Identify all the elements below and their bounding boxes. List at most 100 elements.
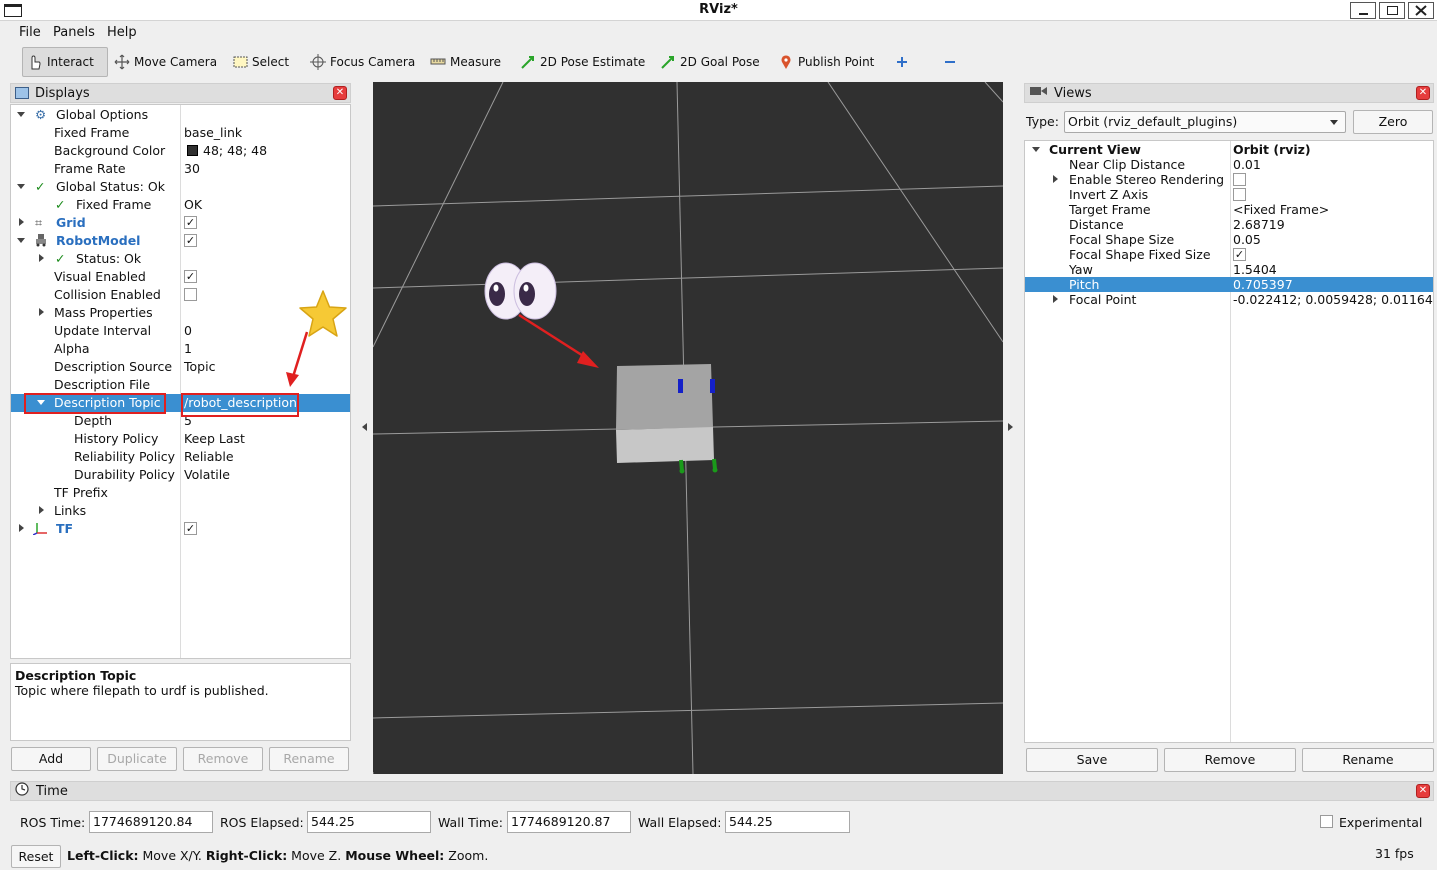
view-type-value: Orbit (rviz_default_plugins)	[1068, 114, 1238, 129]
goal-pose-tool[interactable]: 2D Goal Pose	[656, 47, 764, 77]
left-splitter-handle[interactable]	[362, 423, 367, 431]
tf-checkbox[interactable]: ✓	[184, 522, 197, 535]
menu-panels[interactable]: Panels	[53, 25, 95, 40]
views-row-pitch[interactable]: Pitch 0.705397	[1025, 277, 1433, 292]
tree-row-global-status[interactable]: ✓ Global Status: Ok	[11, 178, 350, 196]
views-row-distance[interactable]: Distance 2.68719	[1025, 217, 1433, 232]
close-displays-icon[interactable]: ✕	[333, 86, 347, 100]
views-row-invert-z[interactable]: Invert Z Axis	[1025, 187, 1433, 202]
pitch-value[interactable]: 0.705397	[1233, 277, 1293, 292]
views-row-current-view[interactable]: Current View Orbit (rviz)	[1025, 142, 1433, 158]
history-policy-value[interactable]: Keep Last	[184, 431, 245, 446]
distance-value[interactable]: 2.68719	[1233, 217, 1285, 232]
focus-camera-tool[interactable]: Focus Camera	[306, 47, 419, 77]
tree-row-history-policy[interactable]: History Policy Keep Last	[11, 430, 350, 448]
background-color-value[interactable]: 48; 48; 48	[203, 143, 267, 158]
menu-help[interactable]: Help	[107, 25, 137, 40]
menu-file[interactable]: File	[19, 25, 41, 40]
target-frame-value[interactable]: <Fixed Frame>	[1233, 202, 1329, 217]
focal-shape-fixed-checkbox[interactable]: ✓	[1233, 248, 1246, 261]
views-tree: Current View Orbit (rviz) Near Clip Dist…	[1024, 140, 1434, 743]
robot-icon	[34, 233, 50, 250]
tree-row-global-options[interactable]: ⚙ Global Options	[11, 106, 350, 124]
maximize-button[interactable]	[1379, 2, 1405, 19]
tree-row-fixed-frame-status[interactable]: ✓ Fixed Frame OK	[11, 196, 350, 214]
invert-z-checkbox[interactable]	[1233, 188, 1246, 201]
zero-button[interactable]: Zero	[1353, 110, 1433, 134]
close-time-icon[interactable]: ✕	[1416, 784, 1430, 798]
interact-label: Interact	[47, 55, 94, 69]
tree-row-status-ok[interactable]: ✓ Status: Ok	[11, 250, 350, 268]
save-view-button[interactable]: Save	[1026, 748, 1158, 772]
collision-enabled-checkbox[interactable]	[184, 288, 197, 301]
views-row-focal-shape-size[interactable]: Focal Shape Size 0.05	[1025, 232, 1433, 247]
durability-policy-value[interactable]: Volatile	[184, 467, 230, 482]
description-source-value[interactable]: Topic	[184, 359, 215, 374]
views-row-near-clip[interactable]: Near Clip Distance 0.01	[1025, 157, 1433, 172]
update-interval-value[interactable]: 0	[184, 323, 192, 338]
focal-shape-size-value[interactable]: 0.05	[1233, 232, 1261, 247]
view-type-select[interactable]: Orbit (rviz_default_plugins)	[1064, 111, 1346, 133]
remove-display-button[interactable]: Remove	[183, 747, 263, 771]
pose-estimate-tool[interactable]: 2D Pose Estimate	[516, 47, 649, 77]
tree-row-grid[interactable]: ⌗ Grid ✓	[11, 214, 350, 232]
wall-time-field[interactable]: 1774689120.87	[507, 811, 631, 833]
displays-title: Displays	[35, 85, 90, 101]
interact-tool[interactable]: Interact	[22, 47, 108, 77]
views-row-yaw[interactable]: Yaw 1.5404	[1025, 262, 1433, 277]
check-icon: ✓	[55, 197, 66, 212]
move-camera-tool[interactable]: Move Camera	[110, 47, 221, 77]
rename-display-button[interactable]: Rename	[269, 747, 349, 771]
tree-row-background-color[interactable]: Background Color 48; 48; 48	[11, 142, 350, 160]
remove-tool-button[interactable]	[938, 47, 962, 77]
remove-view-button[interactable]: Remove	[1164, 748, 1296, 772]
ros-elapsed-label: ROS Elapsed:	[220, 815, 304, 830]
grid-render	[373, 82, 1003, 774]
measure-tool[interactable]: Measure	[426, 47, 505, 77]
views-row-focal-shape-fixed[interactable]: Focal Shape Fixed Size ✓	[1025, 247, 1433, 262]
views-row-focal-point[interactable]: Focal Point -0.022412; 0.0059428; 0.0116…	[1025, 292, 1433, 307]
add-display-button[interactable]: Add	[11, 747, 91, 771]
tree-row-fixed-frame[interactable]: Fixed Frame base_link	[11, 124, 350, 142]
tree-row-visual-enabled[interactable]: Visual Enabled ✓	[11, 268, 350, 286]
3d-viewport[interactable]	[373, 82, 1003, 774]
publish-point-tool[interactable]: Publish Point	[774, 47, 878, 77]
duplicate-display-button[interactable]: Duplicate	[97, 747, 177, 771]
grid-checkbox[interactable]: ✓	[184, 216, 197, 229]
tree-row-frame-rate[interactable]: Frame Rate 30	[11, 160, 350, 178]
views-row-stereo[interactable]: Enable Stereo Rendering	[1025, 172, 1433, 187]
pointer-arrow-left	[286, 331, 309, 387]
ros-elapsed-field[interactable]: 544.25	[307, 811, 431, 833]
fixed-frame-value[interactable]: base_link	[184, 125, 242, 140]
ros-time-field[interactable]: 1774689120.84	[89, 811, 213, 833]
select-tool[interactable]: Select	[228, 47, 293, 77]
check-icon: ✓	[55, 251, 66, 266]
tree-row-robotmodel[interactable]: RobotModel ✓	[11, 232, 350, 250]
right-splitter-handle[interactable]	[1008, 423, 1013, 431]
close-views-icon[interactable]: ✕	[1416, 86, 1430, 100]
robotmodel-checkbox[interactable]: ✓	[184, 234, 197, 247]
experimental-checkbox[interactable]	[1320, 815, 1333, 828]
frame-rate-value[interactable]: 30	[184, 161, 200, 176]
focal-point-value[interactable]: -0.022412; 0.0059428; 0.011645	[1233, 292, 1433, 307]
select-rect-icon	[232, 54, 248, 70]
stereo-checkbox[interactable]	[1233, 173, 1246, 186]
tree-row-reliability-policy[interactable]: Reliability Policy Reliable	[11, 448, 350, 466]
alpha-value[interactable]: 1	[184, 341, 192, 356]
visual-enabled-checkbox[interactable]: ✓	[184, 270, 197, 283]
reliability-policy-value[interactable]: Reliable	[184, 449, 234, 464]
reset-button[interactable]: Reset	[11, 845, 61, 868]
yaw-value[interactable]: 1.5404	[1233, 262, 1277, 277]
minimize-button[interactable]	[1350, 2, 1376, 19]
tree-row-tf[interactable]: TF ✓	[11, 520, 350, 538]
tree-row-tf-prefix[interactable]: TF Prefix	[11, 484, 350, 502]
tree-row-links[interactable]: Links	[11, 502, 350, 520]
near-clip-value[interactable]: 0.01	[1233, 157, 1261, 172]
minus-icon	[942, 54, 960, 70]
add-tool-button[interactable]	[890, 47, 914, 77]
tree-row-durability-policy[interactable]: Durability Policy Volatile	[11, 466, 350, 484]
views-row-target-frame[interactable]: Target Frame <Fixed Frame>	[1025, 202, 1433, 217]
rename-view-button[interactable]: Rename	[1302, 748, 1434, 772]
wall-elapsed-field[interactable]: 544.25	[725, 811, 850, 833]
close-window-button[interactable]	[1408, 2, 1434, 19]
